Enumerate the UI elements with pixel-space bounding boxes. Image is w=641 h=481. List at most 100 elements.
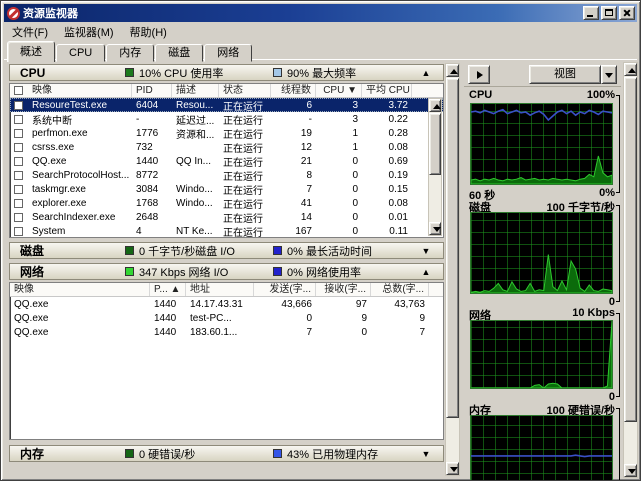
disk-section-header[interactable]: 磁盘 0 千字节/秒磁盘 I/O 0% 最长活动时间 ▼ (9, 242, 444, 259)
scroll-down-button[interactable] (446, 462, 459, 475)
table-cell: 6 (271, 100, 316, 111)
col-threads[interactable]: 线程数 (271, 84, 316, 97)
menu-file[interactable]: 文件(F) (4, 23, 56, 41)
table-cell: 0 (316, 226, 362, 237)
left-panel-scrollbar[interactable] (445, 63, 460, 476)
col-pid[interactable]: P... ▲ (150, 283, 186, 296)
table-row[interactable]: perfmon.exe1776资源和...正在运行1910.28 (10, 126, 443, 140)
network-collapse-button[interactable]: ▲ (415, 265, 437, 278)
row-checkbox[interactable] (14, 115, 23, 124)
col-cpu[interactable]: CPU ▼ (316, 84, 362, 97)
col-address[interactable]: 地址 (186, 283, 254, 296)
table-cell: System (28, 226, 132, 237)
arrow-down-icon (628, 469, 636, 474)
memory-section-header[interactable]: 内存 0 硬错误/秒 43% 已用物理内存 ▼ (9, 445, 444, 462)
memory-graph-title-row: 内存 100 硬错误/秒 (469, 402, 615, 415)
col-image[interactable]: 映像 (10, 283, 150, 296)
col-image[interactable]: 映像 (28, 84, 132, 97)
table-row[interactable]: ResoureTest.exe6404Resou...正在运行633.72 (10, 98, 443, 112)
cpu-table-scrollbar[interactable] (428, 98, 442, 236)
view-dropdown-button[interactable] (601, 65, 617, 84)
title-bar[interactable]: 资源监视器 (4, 4, 637, 22)
scroll-up-button[interactable] (624, 63, 637, 76)
menu-help[interactable]: 帮助(H) (122, 23, 175, 41)
col-received[interactable]: 接收(字... (316, 283, 371, 296)
cpu-process-table: 映像 PID 描述 状态 线程数 CPU ▼ 平均 CPU ResoureTes… (9, 83, 444, 238)
window-title: 资源监视器 (23, 5, 583, 21)
table-row[interactable]: explorer.exe1768Windo...正在运行4100.08 (10, 196, 443, 210)
table-cell: 正在运行 (219, 98, 271, 113)
tab-network[interactable]: 网络 (204, 44, 252, 62)
tab-cpu[interactable]: CPU (56, 44, 105, 62)
row-checkbox[interactable] (14, 171, 23, 180)
table-cell: 12 (271, 142, 316, 153)
table-row[interactable]: csrss.exe732正在运行1210.08 (10, 140, 443, 154)
table-cell: Windo... (172, 184, 219, 195)
table-row[interactable]: QQ.exe1440QQ In...正在运行2100.69 (10, 154, 443, 168)
tab-disk[interactable]: 磁盘 (155, 44, 203, 62)
scroll-down-button[interactable] (429, 222, 441, 235)
row-checkbox[interactable] (14, 227, 23, 236)
tab-memory[interactable]: 内存 (106, 44, 154, 62)
row-checkbox[interactable] (14, 143, 23, 152)
row-checkbox[interactable] (14, 213, 23, 222)
view-button[interactable]: 视图 (529, 65, 601, 84)
table-row[interactable]: QQ.exe144014.17.43.3143,6669743,763 (10, 297, 443, 311)
col-total[interactable]: 总数(字... (371, 283, 429, 296)
table-cell: 正在运行 (219, 168, 271, 183)
menu-monitor[interactable]: 监视器(M) (56, 23, 122, 41)
table-row[interactable]: 系统中断-延迟过...正在运行-30.22 (10, 112, 443, 126)
row-checkbox[interactable] (14, 129, 23, 138)
table-cell: explorer.exe (28, 198, 132, 209)
right-panel-scrollbar[interactable] (623, 62, 638, 478)
memory-scale-bracket (616, 408, 620, 481)
table-cell: 43,666 (254, 299, 316, 310)
cpu-table-header[interactable]: 映像 PID 描述 状态 线程数 CPU ▼ 平均 CPU (10, 84, 443, 98)
table-cell: Resou... (172, 100, 219, 111)
table-cell: ResoureTest.exe (28, 100, 132, 111)
table-row[interactable]: System4NT Ke...正在运行16700.11 (10, 224, 443, 238)
memory-expand-button[interactable]: ▼ (415, 447, 437, 460)
cpu-graph-max-label: 100% (587, 89, 615, 102)
col-description[interactable]: 描述 (172, 84, 219, 97)
disk-active-swatch (273, 246, 282, 255)
table-row[interactable]: SearchProtocolHost...8772正在运行800.19 (10, 168, 443, 182)
header-checkbox[interactable] (14, 86, 23, 95)
table-cell: 3084 (132, 184, 172, 195)
disk-expand-button[interactable]: ▼ (415, 244, 437, 257)
cpu-section-header[interactable]: CPU 10% CPU 使用率 90% 最大频率 ▲ (9, 64, 444, 81)
disk-active-legend: 0% 最长活动时间 (287, 243, 372, 259)
table-row[interactable]: QQ.exe1440183.60.1...707 (10, 325, 443, 339)
network-section-header[interactable]: 网络 347 Kbps 网络 I/O 0% 网络使用率 ▲ (9, 263, 444, 280)
table-cell: SearchProtocolHost... (28, 170, 132, 181)
row-checkbox[interactable] (14, 185, 23, 194)
expand-panel-button[interactable] (468, 65, 490, 84)
table-row[interactable]: QQ.exe1440test-PC...099 (10, 311, 443, 325)
network-table-header[interactable]: 映像 P... ▲ 地址 发送(字... 接收(字... 总数(字... (10, 283, 443, 297)
scrollbar-thumb[interactable] (446, 78, 459, 418)
table-cell: 6404 (132, 100, 172, 111)
row-checkbox[interactable] (14, 157, 23, 166)
minimize-button[interactable] (583, 6, 599, 20)
table-cell: 19 (271, 128, 316, 139)
col-sent[interactable]: 发送(字... (254, 283, 316, 296)
cpu-collapse-button[interactable]: ▲ (415, 66, 437, 79)
col-pid[interactable]: PID (132, 84, 172, 97)
scroll-up-button[interactable] (429, 99, 441, 112)
row-checkbox[interactable] (14, 101, 23, 110)
row-checkbox[interactable] (14, 199, 23, 208)
cpu-graph-title-row: CPU 100% (469, 89, 615, 102)
disk-graph (470, 212, 613, 294)
scrollbar-thumb[interactable] (429, 113, 441, 175)
close-button[interactable] (619, 6, 635, 20)
scroll-up-button[interactable] (446, 64, 459, 77)
col-status[interactable]: 状态 (219, 84, 271, 97)
maximize-button[interactable] (601, 6, 617, 20)
scrollbar-thumb[interactable] (624, 77, 637, 422)
table-row[interactable]: SearchIndexer.exe2648正在运行1400.01 (10, 210, 443, 224)
tab-overview[interactable]: 概述 (7, 41, 55, 62)
table-cell: 3 (316, 100, 362, 111)
col-avg-cpu[interactable]: 平均 CPU (362, 84, 412, 97)
scroll-down-button[interactable] (624, 464, 637, 477)
table-row[interactable]: taskmgr.exe3084Windo...正在运行700.15 (10, 182, 443, 196)
